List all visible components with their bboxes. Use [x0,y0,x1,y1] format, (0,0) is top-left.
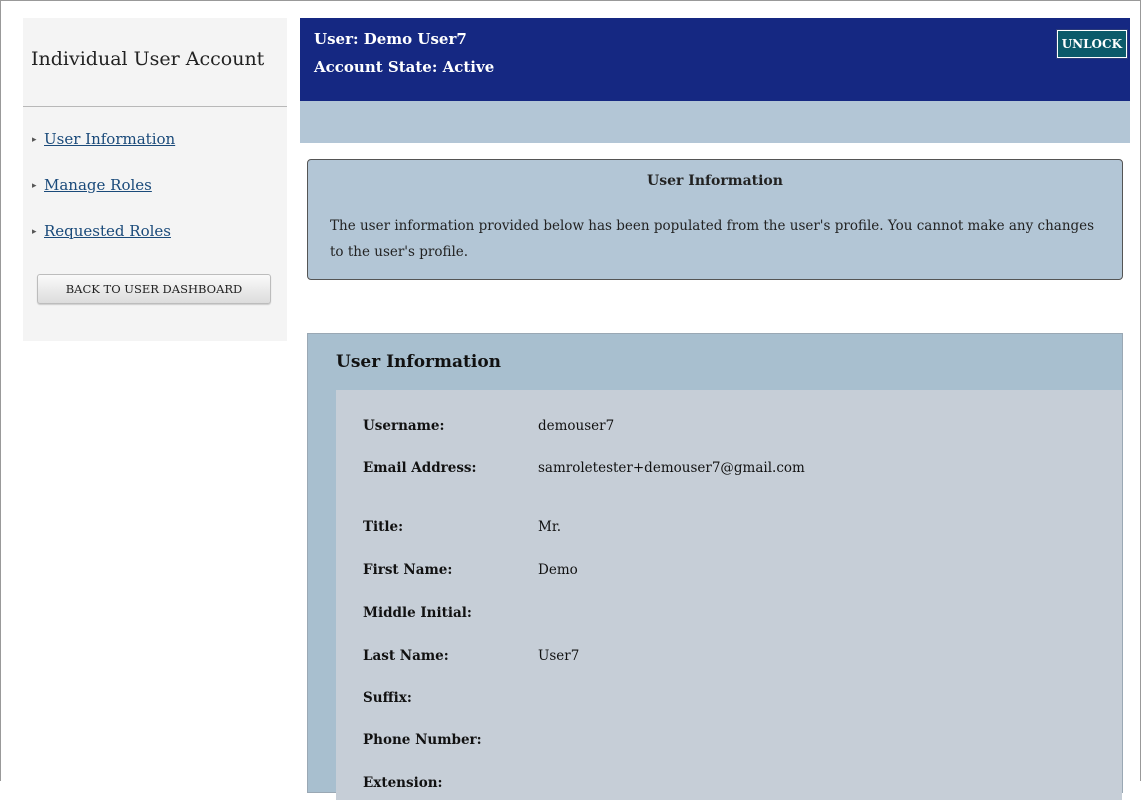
panel-body: Username: demouser7 Email Address: samro… [336,390,1122,800]
first-name-value: Demo [538,562,578,578]
info-notice: User Information The user information pr… [307,159,1123,280]
email-value: samroletester+demouser7@gmail.com [538,460,805,476]
last-name-value: User7 [538,648,580,664]
first-name-label: First Name: [363,562,453,578]
unlock-button[interactable]: UNLOCK [1055,29,1129,59]
extension-label: Extension: [363,775,443,791]
window-border-top [0,0,1141,1]
back-to-dashboard-button[interactable]: BACK TO USER DASHBOARD [37,274,271,304]
middle-initial-label: Middle Initial: [363,605,472,621]
username-value: demouser7 [538,418,615,434]
phone-number-label: Phone Number: [363,732,482,748]
sidebar-title: Individual User Account [31,48,265,70]
sidebar-divider [23,106,287,107]
notice-text: The user information provided below has … [330,218,1095,260]
header-account-state: Account State: Active [314,58,495,76]
sidebar-item-user-information[interactable]: ▸ User Information [32,130,175,148]
title-label: Title: [363,519,404,535]
sidebar-item-requested-roles[interactable]: ▸ Requested Roles [32,222,171,240]
notice-title: User Information [647,173,783,189]
sidebar: Individual User Account ▸ User Informatio… [23,18,287,341]
sidebar-link-requested-roles[interactable]: Requested Roles [44,222,171,240]
email-label: Email Address: [363,460,477,476]
username-label: Username: [363,418,445,434]
caret-right-icon: ▸ [32,181,37,191]
caret-right-icon: ▸ [32,135,37,145]
sidebar-link-user-information[interactable]: User Information [44,130,175,148]
window-border-left [0,0,1,781]
account-header: User: Demo User7 Account State: Active U… [300,18,1130,101]
caret-right-icon: ▸ [32,227,37,237]
header-subbar [300,101,1130,143]
user-information-panel: User Information Username: demouser7 Ema… [307,333,1123,800]
sidebar-item-manage-roles[interactable]: ▸ Manage Roles [32,176,152,194]
header-user: User: Demo User7 [314,30,467,48]
sidebar-link-manage-roles[interactable]: Manage Roles [44,176,152,194]
title-value: Mr. [538,519,562,535]
panel-title: User Information [336,352,502,372]
suffix-label: Suffix: [363,690,412,706]
last-name-label: Last Name: [363,648,449,664]
